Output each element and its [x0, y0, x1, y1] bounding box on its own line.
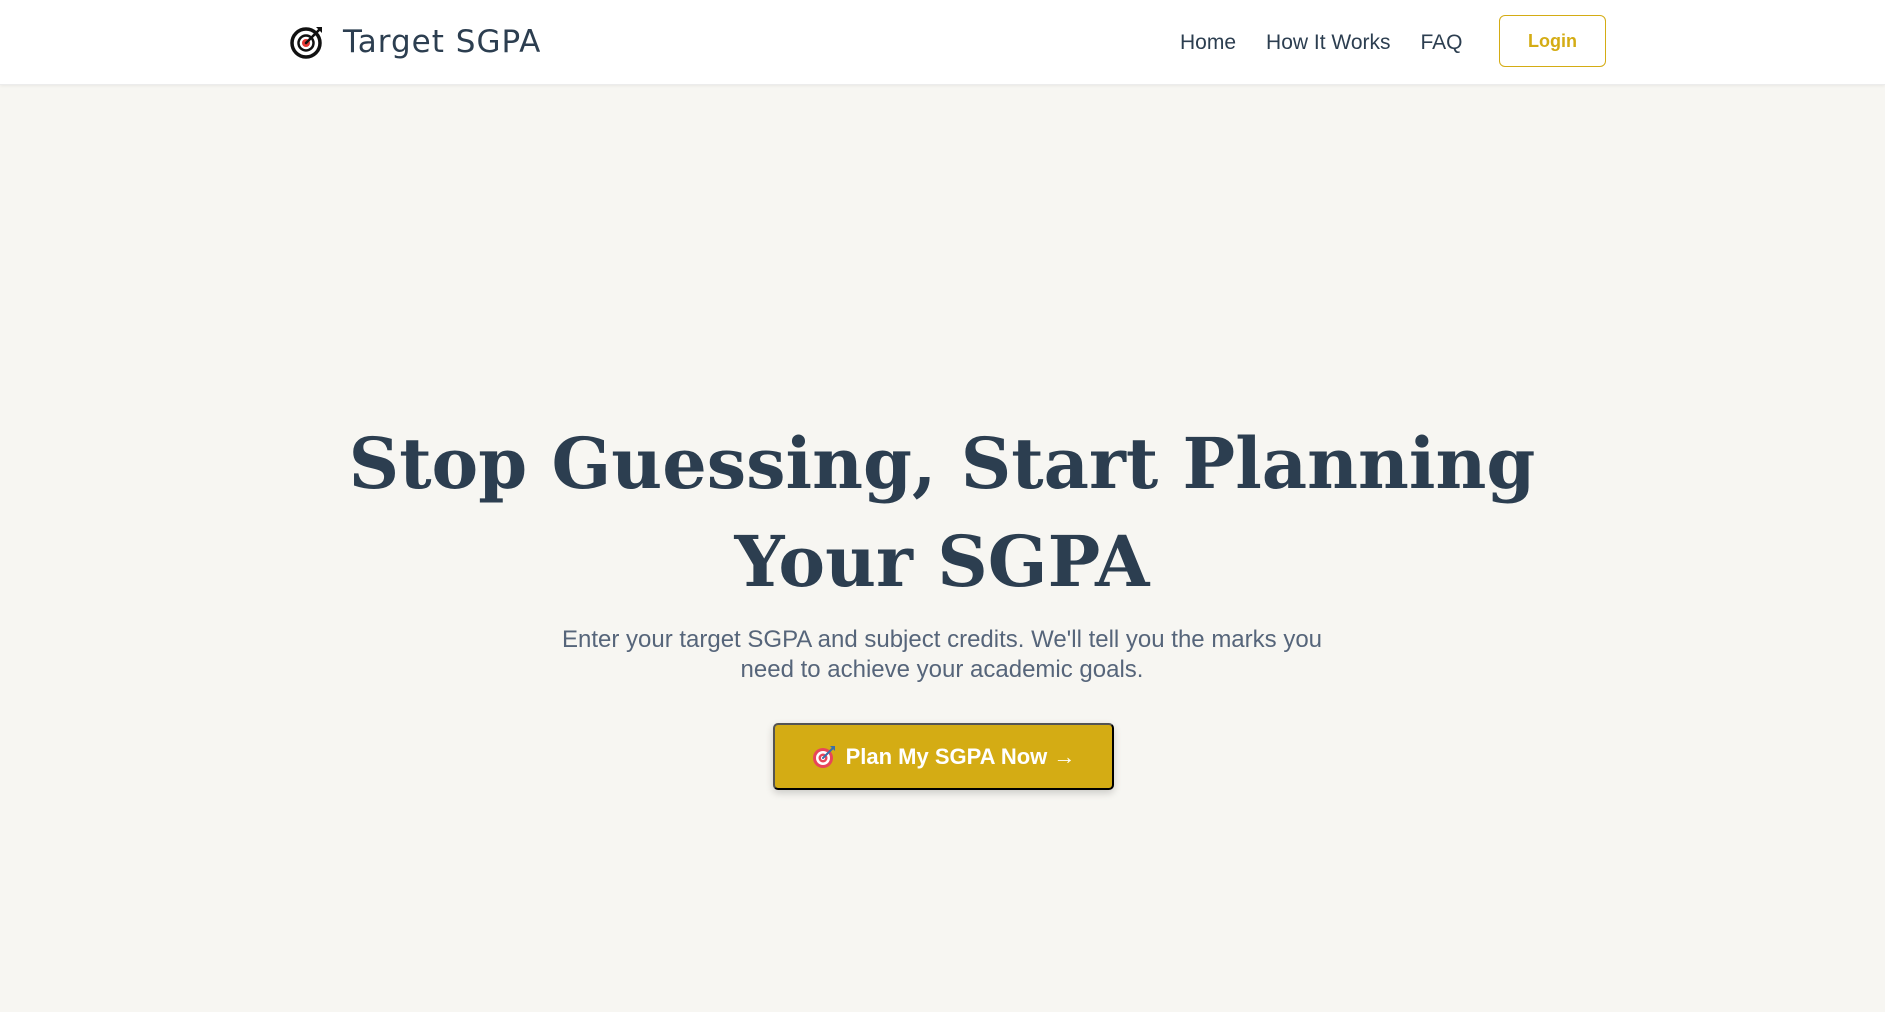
nav-links: Home How It Works FAQ [1180, 0, 1493, 85]
navbar: Target SGPA Home How It Works FAQ Login [0, 0, 1885, 85]
nav-link-faq[interactable]: FAQ [1421, 31, 1463, 55]
plan-sgpa-button[interactable]: Plan My SGPA Now → [773, 723, 1114, 790]
direct-hit-icon [812, 745, 835, 768]
hero-subtitle: Enter your target SGPA and subject credi… [561, 626, 1323, 683]
login-button[interactable]: Login [1499, 15, 1606, 67]
nav-link-how-it-works[interactable]: How It Works [1266, 31, 1390, 55]
plan-sgpa-label: Plan My SGPA Now → [845, 743, 1076, 769]
target-icon [290, 27, 322, 59]
brand-title: Target SGPA [343, 24, 542, 60]
nav-link-home[interactable]: Home [1180, 31, 1236, 55]
hero-section: Stop Guessing, Start Planning Your SGPA … [0, 85, 1885, 1012]
hero-title: Stop Guessing, Start Planning Your SGPA [348, 422, 1536, 603]
brand[interactable]: Target SGPA [289, 18, 541, 66]
